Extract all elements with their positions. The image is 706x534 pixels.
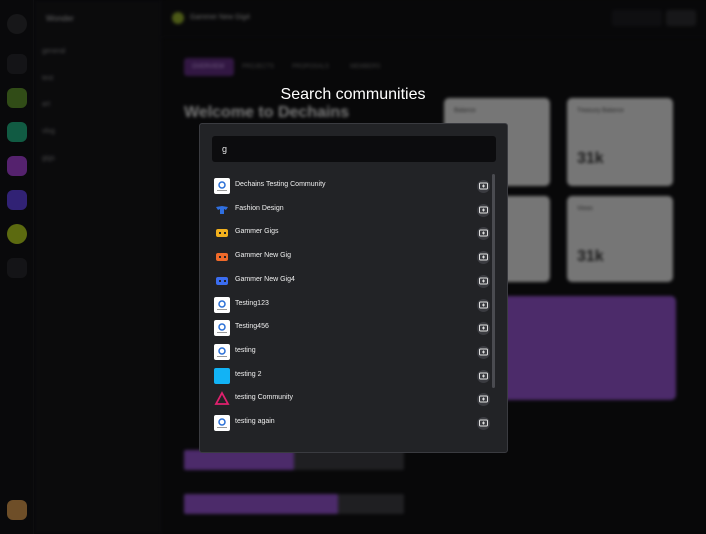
dechains-logo-icon (214, 296, 230, 313)
community-list-item[interactable]: testing 2 (214, 367, 490, 385)
dechains-logo-icon (214, 178, 230, 194)
join-community-button[interactable] (477, 180, 490, 193)
community-name: Gammer Gigs (235, 228, 279, 236)
join-community-button[interactable] (477, 322, 490, 336)
message-plus-icon (479, 301, 488, 308)
join-community-button[interactable] (477, 227, 490, 241)
message-plus-icon (479, 395, 488, 403)
app-window: Wonder general test art vlog gigs Gammer… (0, 0, 706, 534)
message-plus-icon (479, 419, 488, 427)
community-list-item[interactable]: testing (214, 343, 490, 361)
message-plus-icon (479, 348, 488, 356)
join-community-button[interactable] (477, 417, 490, 430)
community-name: testing again (235, 418, 275, 425)
join-community-button[interactable] (477, 345, 490, 359)
gamepad-logo-icon (214, 273, 230, 289)
message-plus-icon (479, 277, 488, 285)
community-list-item[interactable]: Gammer New Gig4 (214, 272, 490, 290)
dechains-logo-icon (214, 343, 230, 360)
community-list: Dechains Testing Community Fashion Design… (200, 174, 507, 452)
gamepad-logo-icon (214, 225, 230, 241)
join-community-button[interactable] (477, 369, 490, 383)
message-plus-icon (479, 229, 488, 237)
square-avatar-icon (214, 367, 230, 384)
fashion-logo-icon (214, 202, 230, 218)
community-name: Gammer New Gig4 (235, 275, 295, 283)
community-name: Dechains Testing Community (235, 181, 326, 188)
join-community-button[interactable] (477, 251, 490, 265)
community-list-item[interactable]: Testing123 (214, 296, 490, 314)
community-list-item[interactable]: Testing456 (214, 319, 490, 337)
community-name: Gammer New Gig (235, 252, 292, 260)
community-list-item[interactable]: Fashion Design (214, 201, 490, 219)
community-name: Fashion Design (235, 204, 284, 212)
community-list-item[interactable]: testing again (214, 414, 490, 432)
dechains-logo-icon (214, 415, 230, 431)
community-name: testing 2 (235, 370, 262, 378)
search-communities-modal: Dechains Testing Community Fashion Design… (199, 123, 508, 453)
community-name: testing (235, 346, 256, 354)
message-plus-icon (479, 372, 488, 380)
join-community-button[interactable] (477, 203, 490, 217)
join-community-button[interactable] (477, 298, 490, 312)
gamepad-logo-icon (214, 249, 230, 265)
message-plus-icon (479, 182, 488, 190)
search-input[interactable] (212, 136, 496, 162)
community-list-item[interactable]: Gammer New Gig (214, 248, 490, 266)
modal-title: Search communities (280, 86, 426, 103)
join-community-button[interactable] (477, 274, 490, 288)
dechains-logo-icon (214, 320, 230, 337)
message-plus-icon (479, 253, 488, 261)
list-scrollbar[interactable] (492, 174, 495, 388)
join-community-button[interactable] (477, 393, 490, 407)
community-name: Testing456 (235, 323, 269, 331)
community-list-item[interactable]: Dechains Testing Community (214, 177, 490, 195)
message-plus-icon (479, 324, 488, 332)
message-plus-icon (479, 206, 488, 214)
community-list-item[interactable]: testing Community (214, 390, 490, 408)
community-name: testing Community (235, 394, 293, 402)
triangle-logo-icon (214, 391, 230, 407)
community-name: Testing123 (235, 299, 269, 307)
community-list-item[interactable]: Gammer Gigs (214, 224, 490, 242)
